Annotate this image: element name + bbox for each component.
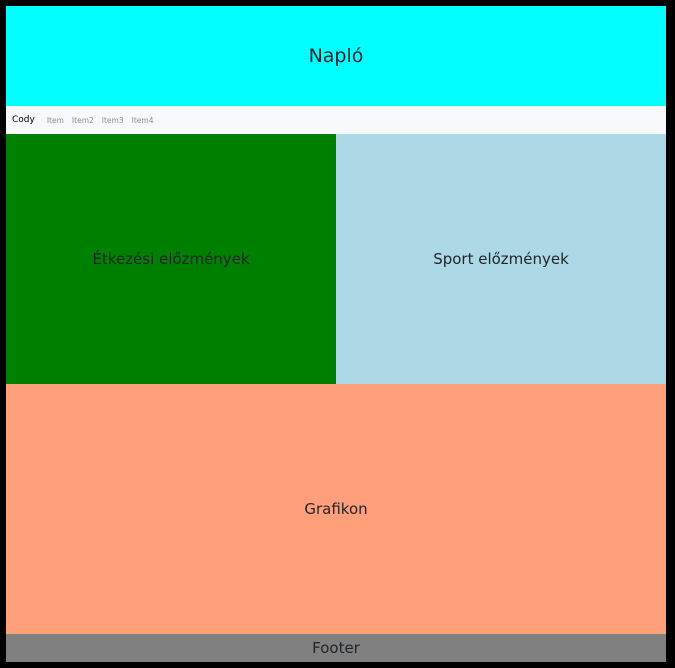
app-frame: Napló Cody Item Item2 Item3 Item4 Étkezé… [6,6,666,662]
chart-panel: Grafikon [6,384,666,634]
food-history-title: Étkezési előzmények [92,250,250,268]
chart-title: Grafikon [304,500,368,518]
nav-item-1[interactable]: Item [47,116,64,125]
top-navbar: Cody Item Item2 Item3 Item4 [6,106,666,134]
sport-history-title: Sport előzmények [433,250,569,268]
page-header: Napló [6,6,666,106]
page-title: Napló [308,45,364,67]
nav-item-3[interactable]: Item3 [102,116,124,125]
sport-history-panel: Sport előzmények [336,134,666,384]
nav-item-4[interactable]: Item4 [132,116,154,125]
page-footer: Footer [6,634,666,662]
navbar-brand[interactable]: Cody [12,115,35,125]
food-history-panel: Étkezési előzmények [6,134,336,384]
nav-item-2[interactable]: Item2 [72,116,94,125]
footer-text: Footer [312,639,360,657]
